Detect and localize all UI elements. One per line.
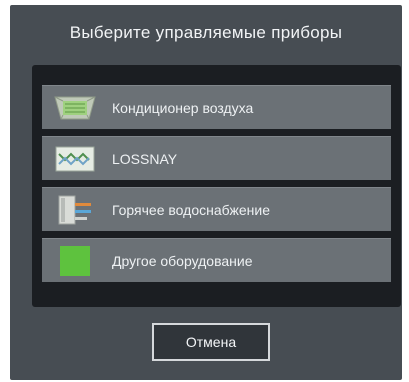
select-devices-dialog: Выберите управляемые приборы Кондиционер…	[10, 5, 402, 380]
air-conditioner-icon	[52, 92, 98, 124]
dialog-title: Выберите управляемые приборы	[69, 23, 343, 42]
hot-water-supply-icon	[52, 194, 98, 226]
device-item-label: Горячее водоснабжение	[112, 201, 270, 218]
device-item-air-conditioner[interactable]: Кондиционер воздуха	[42, 85, 391, 129]
device-item-lossnay[interactable]: LOSSNAY	[42, 136, 391, 180]
other-equipment-icon	[52, 245, 98, 277]
device-item-label: Другое оборудование	[112, 252, 253, 269]
device-item-label: LOSSNAY	[112, 150, 178, 167]
lossnay-ventilation-icon	[52, 143, 98, 175]
cancel-button[interactable]: Отмена	[152, 323, 270, 361]
device-item-other-equipment[interactable]: Другое оборудование	[42, 238, 391, 282]
device-item-hot-water[interactable]: Горячее водоснабжение	[42, 187, 391, 231]
device-list: Кондиционер воздуха LOSSNAY Горячее водо…	[32, 65, 401, 307]
device-item-label: Кондиционер воздуха	[112, 99, 254, 116]
